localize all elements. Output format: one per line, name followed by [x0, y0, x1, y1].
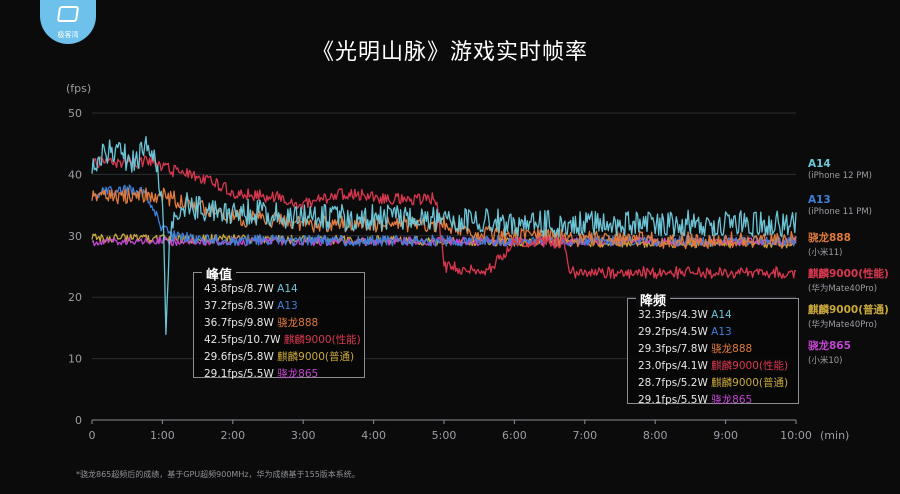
legend-device-name: (华为Mate40Pro): [808, 284, 878, 294]
legend-series-name: 骁龙888: [808, 232, 851, 244]
annotation-value: 29.3fps/7.8W: [638, 343, 712, 355]
annotation-title: 峰值: [202, 264, 237, 283]
y-tick-label: 20: [68, 291, 82, 304]
legend-device-name: (华为Mate40Pro): [808, 320, 878, 330]
annotation-row: 29.1fps/5.5W 骁龙865: [638, 392, 788, 409]
annotation-series-label: 麒麟9000(普通): [711, 377, 789, 389]
annotation-row: 32.3fps/4.3W A14: [638, 307, 788, 324]
legend-item: 骁龙888 (小米11): [808, 230, 851, 258]
annotation-row: 29.1fps/5.5W 骁龙865: [204, 366, 354, 383]
annotation-value: 36.7fps/9.8W: [204, 317, 278, 329]
legend-item: A14 (iPhone 12 PM): [808, 158, 872, 181]
x-tick-label: 2:00: [220, 429, 245, 442]
annotation-series-label: 骁龙888: [277, 317, 319, 329]
annotation-series-label: A14: [277, 283, 298, 295]
x-tick-label: 10:00: [780, 429, 812, 442]
annotation-row: 29.6fps/5.8W 麒麟9000(普通): [204, 349, 354, 366]
annotation-value: 42.5fps/10.7W: [204, 334, 284, 346]
annotation-series-label: 骁龙865: [277, 368, 319, 380]
annotation-series-label: A13: [277, 300, 298, 312]
peak-annotation-box: 峰值 43.8fps/8.7W A14 37.2fps/8.3W A13 36.7fp…: [193, 264, 365, 380]
legend-item: 麒麟9000(性能) (华为Mate40Pro): [808, 266, 889, 294]
annotation-value: 29.2fps/4.5W: [638, 326, 712, 338]
annotation-value: 29.6fps/5.8W: [204, 351, 278, 363]
annotation-row: 28.7fps/5.2W 麒麟9000(普通): [638, 375, 788, 392]
annotation-series-label: 骁龙865: [711, 394, 753, 406]
y-tick-label: 50: [68, 107, 82, 120]
annotation-row: 23.0fps/4.1W 麒麟9000(性能): [638, 358, 788, 375]
annotation-series-label: 麒麟9000(性能): [711, 360, 789, 372]
annotation-row: 43.8fps/8.7W A14: [204, 281, 354, 298]
annotation-series-label: 麒麟9000(普通): [277, 351, 355, 363]
y-tick-label: 40: [68, 168, 82, 181]
legend-item: A13 (iPhone 11 PM): [808, 194, 872, 217]
footnote: *骁龙865超频后的成绩，基于GPU超频900MHz，华为成绩基于155版本系统…: [76, 470, 360, 479]
fps-line-chart: 0 10 20 30 40 50 (fps) 0 1:00 2:00 3:00 4:00 5:00 6:0…: [66, 82, 849, 442]
x-axis-unit: (min): [820, 429, 849, 442]
x-tick-label: 3:00: [291, 429, 316, 442]
annotation-value: 28.7fps/5.2W: [638, 377, 712, 389]
legend-series-name: 麒麟9000(性能): [808, 268, 889, 280]
y-axis-label: (fps): [66, 82, 91, 95]
annotation-row: 36.7fps/9.8W 骁龙888: [204, 315, 354, 332]
annotation-value: 23.0fps/4.1W: [638, 360, 712, 372]
x-tick-label: 4:00: [361, 429, 386, 442]
annotation-row: 29.2fps/4.5W A13: [638, 324, 788, 341]
legend-device-name: (小米10): [808, 356, 843, 366]
legend-series-name: A13: [808, 194, 831, 206]
annotation-series-label: A14: [711, 309, 732, 321]
x-tick-label: 7:00: [572, 429, 597, 442]
legend-series-name: A14: [808, 158, 831, 170]
annotation-row: 37.2fps/8.3W A13: [204, 298, 354, 315]
annotation-row: 29.3fps/7.8W 骁龙888: [638, 341, 788, 358]
annotation-series-label: 骁龙888: [711, 343, 753, 355]
y-tick-label: 30: [68, 230, 82, 243]
legend-device-name: (iPhone 12 PM): [808, 171, 873, 181]
x-tick-label: 0: [89, 429, 96, 442]
annotation-series-label: A13: [711, 326, 732, 338]
annotation-row: 42.5fps/10.7W 麒麟9000(性能): [204, 332, 361, 349]
throttle-annotation-box: 降频 32.3fps/4.3W A14 29.2fps/4.5W A13 29.3fp…: [627, 290, 799, 406]
legend-series-name: 麒麟9000(普通): [808, 304, 889, 316]
annotation-series-label: 麒麟9000(性能): [283, 334, 361, 346]
annotation-value: 43.8fps/8.7W: [204, 283, 278, 295]
x-tick-label: 1:00: [150, 429, 175, 442]
annotation-value: 37.2fps/8.3W: [204, 300, 278, 312]
annotation-title: 降频: [636, 290, 671, 309]
x-tick-label: 9:00: [713, 429, 738, 442]
legend-device-name: (小米11): [808, 248, 843, 258]
legend-series-name: 骁龙865: [808, 340, 851, 352]
legend-device-name: (iPhone 11 PM): [808, 207, 873, 217]
x-tick-label: 5:00: [432, 429, 457, 442]
annotation-value: 32.3fps/4.3W: [638, 309, 712, 321]
legend-item: 骁龙865 (小米10): [808, 338, 851, 366]
y-tick-label: 10: [68, 353, 82, 366]
annotation-value: 29.1fps/5.5W: [204, 368, 278, 380]
legend-item: 麒麟9000(普通) (华为Mate40Pro): [808, 302, 889, 330]
x-tick-label: 6:00: [502, 429, 527, 442]
y-tick-label: 0: [75, 414, 82, 427]
x-tick-label: 8:00: [643, 429, 668, 442]
annotation-value: 29.1fps/5.5W: [638, 394, 712, 406]
